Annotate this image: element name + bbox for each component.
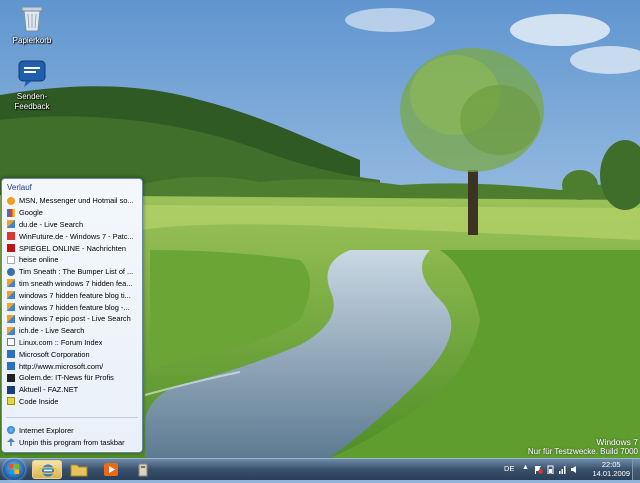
- live-search-icon: [7, 291, 15, 300]
- taskbar-app[interactable]: [128, 460, 158, 479]
- recycle-bin-icon: [21, 6, 43, 32]
- watermark-build: Nur für Testzwecke. Build 7000: [527, 447, 638, 456]
- show-desktop-button[interactable]: [632, 459, 640, 480]
- build-watermark: Windows 7 Nur für Testzwecke. Build 7000: [528, 437, 638, 457]
- heise-icon: [7, 255, 15, 264]
- history-item[interactable]: windows 7 hidden feature blog -...: [5, 301, 141, 313]
- jump-list-history: MSN, Messenger und Hotmail so... Google …: [5, 195, 141, 407]
- page-icon: [7, 338, 15, 347]
- folder-icon: [70, 464, 88, 477]
- history-item[interactable]: MSN, Messenger und Hotmail so...: [5, 195, 141, 207]
- history-item[interactable]: du.de - Live Search: [5, 219, 141, 231]
- history-item[interactable]: Aktuell - FAZ.NET: [5, 384, 141, 396]
- live-search-icon: [7, 303, 15, 312]
- jump-list-divider: [6, 417, 138, 418]
- media-player-icon: [104, 463, 118, 476]
- winfuture-icon: [7, 232, 15, 241]
- start-button[interactable]: [3, 459, 25, 480]
- desktop-icon-recycle-bin[interactable]: Papierkorb: [2, 2, 62, 46]
- clock-date: 14.01.2009: [592, 469, 630, 478]
- history-item[interactable]: SPIEGEL ONLINE - Nachrichten: [5, 242, 141, 254]
- faz-icon: [7, 385, 15, 394]
- history-item[interactable]: Code Inside: [5, 396, 141, 408]
- history-item[interactable]: windows 7 epic post - Live Search: [5, 313, 141, 325]
- microsoft-icon: [7, 350, 15, 359]
- taskbar-explorer[interactable]: [64, 460, 94, 479]
- clock[interactable]: 22:05 14.01.2009: [592, 460, 630, 478]
- history-item[interactable]: ich.de - Live Search: [5, 325, 141, 337]
- task-unpin[interactable]: Unpin this program from taskbar: [5, 436, 141, 448]
- feedback-icon: [18, 60, 46, 87]
- language-indicator[interactable]: DE: [504, 464, 514, 473]
- jump-list-header: Verlauf: [7, 183, 32, 192]
- battery-icon[interactable]: [546, 465, 555, 474]
- desktop-icon-label: Papierkorb: [12, 36, 52, 45]
- golem-icon: [7, 373, 15, 382]
- history-item[interactable]: WinFuture.de - Windows 7 - Patc...: [5, 230, 141, 242]
- history-item[interactable]: windows 7 hidden feature blog ti...: [5, 289, 141, 301]
- internet-explorer-icon: [7, 426, 15, 434]
- taskbar: DE ▲ 22:05 14.01.2009: [0, 458, 640, 480]
- jump-list-tasks: Internet Explorer Unpin this program fro…: [5, 424, 141, 448]
- windows-logo-icon: [9, 464, 19, 474]
- google-icon: [7, 208, 15, 217]
- desktop-icon-label: Senden-Feedback: [14, 92, 50, 111]
- blog-icon: [7, 267, 15, 276]
- internet-explorer-icon: [38, 464, 58, 477]
- live-search-icon: [7, 314, 15, 323]
- codeinside-icon: [7, 397, 15, 406]
- task-open-internet-explorer[interactable]: Internet Explorer: [5, 424, 141, 436]
- watermark-os: Windows 7: [596, 437, 638, 447]
- history-item[interactable]: Google: [5, 207, 141, 219]
- history-item[interactable]: Linux.com :: Forum Index: [5, 337, 141, 349]
- desktop-icon-feedback[interactable]: Senden-Feedback: [2, 58, 62, 112]
- history-item[interactable]: http://www.microsoft.com/: [5, 360, 141, 372]
- history-item[interactable]: heise online: [5, 254, 141, 266]
- system-tray: DE ▲ 22:05 14.01.2009: [500, 459, 640, 481]
- volume-icon[interactable]: [570, 465, 579, 474]
- msn-icon: [7, 196, 15, 205]
- history-item[interactable]: tim sneath windows 7 hidden fea...: [5, 278, 141, 290]
- live-search-icon: [7, 220, 15, 229]
- taskbar-media-player[interactable]: [96, 460, 126, 479]
- history-item[interactable]: Microsoft Corporation: [5, 348, 141, 360]
- spiegel-icon: [7, 244, 15, 253]
- unpin-icon: [7, 438, 15, 446]
- jump-list: Verlauf MSN, Messenger und Hotmail so...…: [1, 178, 143, 453]
- action-center-flag-icon[interactable]: [534, 465, 543, 474]
- live-search-icon: [7, 326, 15, 335]
- chevron-up-icon[interactable]: ▲: [522, 464, 531, 473]
- app-icon: [138, 463, 148, 477]
- microsoft-icon: [7, 362, 15, 371]
- history-item[interactable]: Golem.de: IT-News für Profis: [5, 372, 141, 384]
- live-search-icon: [7, 279, 15, 288]
- clock-time: 22:05: [601, 460, 621, 469]
- network-signal-icon[interactable]: [558, 465, 567, 474]
- history-item[interactable]: Tim Sneath : The Bumper List of ...: [5, 266, 141, 278]
- taskbar-internet-explorer[interactable]: [32, 460, 62, 479]
